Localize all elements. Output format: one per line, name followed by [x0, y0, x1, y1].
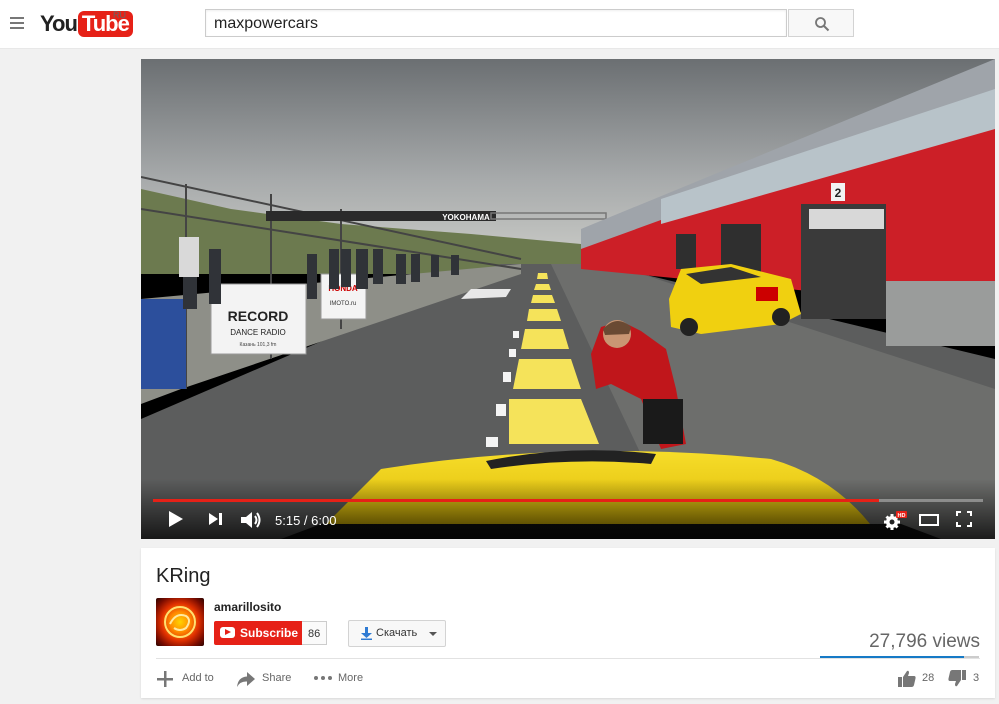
video-title: KRing	[156, 565, 211, 587]
add-to-label: Add to	[182, 672, 214, 684]
hd-badge: HD	[898, 513, 906, 519]
thumbs-down-icon	[948, 670, 966, 687]
yokohama-banner-text: YOKOHAMA	[442, 213, 490, 222]
dislike-button[interactable]: 3	[948, 670, 983, 690]
plus-icon	[157, 671, 173, 687]
subscribe-button[interactable]: Subscribe	[214, 621, 305, 645]
share-label: Share	[262, 672, 292, 684]
video-frame: RECORD DANCE RADIO Казань 101,3 fm HONDA…	[141, 59, 995, 539]
play-icon[interactable]	[169, 511, 183, 527]
like-count: 28	[922, 672, 935, 684]
channel-avatar[interactable]	[156, 598, 204, 646]
download-label: Скачать	[376, 627, 418, 639]
record-banner-text: RECORD	[228, 308, 289, 324]
next-icon[interactable]	[209, 511, 223, 527]
subscribe-label: Subscribe	[240, 626, 299, 640]
pit-number: 2	[835, 186, 842, 200]
subscriber-count: 86	[302, 621, 328, 645]
share-arrow-icon	[237, 672, 255, 687]
add-to-button[interactable]: Add to	[156, 670, 221, 690]
search-input[interactable]: maxpowercars	[205, 9, 787, 37]
time-separator: /	[300, 513, 312, 528]
youtube-play-icon	[220, 627, 235, 638]
progress-bar[interactable]	[153, 499, 983, 502]
download-button[interactable]: Скачать	[348, 620, 446, 647]
thumbs-up-icon	[898, 670, 916, 687]
view-count: 27,796 views	[869, 631, 980, 652]
progress-played	[153, 499, 880, 502]
controls-gradient	[141, 479, 995, 539]
moto-banner-text: IMOTO.ru	[330, 301, 357, 307]
dragon-emblem-icon	[164, 606, 196, 638]
volume-icon[interactable]	[241, 511, 263, 529]
search-button[interactable]	[788, 9, 854, 37]
masthead: You Tube RU maxpowercars	[0, 0, 999, 49]
time-current: 5:15	[275, 513, 301, 528]
logo-region: RU	[113, 10, 126, 20]
search-icon	[815, 17, 830, 32]
dislike-count: 3	[973, 672, 980, 684]
more-button[interactable]: More	[313, 670, 373, 690]
chevron-down-icon	[429, 632, 437, 636]
record-banner-sub: DANCE RADIO	[230, 328, 286, 337]
logo-you-text: You	[40, 11, 78, 36]
time-display: 5:15 / 6:00	[275, 513, 336, 528]
more-dots-icon	[314, 676, 332, 680]
download-arrow-icon	[361, 627, 372, 640]
settings-gear-icon[interactable]: HD	[883, 511, 907, 531]
youtube-logo[interactable]: You Tube RU	[40, 10, 133, 38]
fullscreen-icon[interactable]	[956, 511, 972, 527]
like-button[interactable]: 28	[898, 670, 938, 690]
time-total: 6:00	[311, 513, 337, 528]
share-button[interactable]: Share	[236, 670, 296, 690]
guide-menu-icon[interactable]	[10, 17, 24, 29]
more-label: More	[338, 672, 364, 684]
like-sentiment-bar	[820, 656, 979, 658]
like-ratio-fill	[820, 656, 964, 658]
video-info-card: KRing amarillosito Subscribe 86 Скачать …	[141, 548, 995, 698]
record-banner-freq: Казань 101,3 fm	[240, 342, 277, 348]
theater-mode-icon[interactable]	[919, 514, 939, 526]
video-player[interactable]: RECORD DANCE RADIO Казань 101,3 fm HONDA…	[141, 59, 995, 539]
channel-name[interactable]: amarillosito	[214, 600, 281, 614]
divider	[156, 658, 980, 659]
